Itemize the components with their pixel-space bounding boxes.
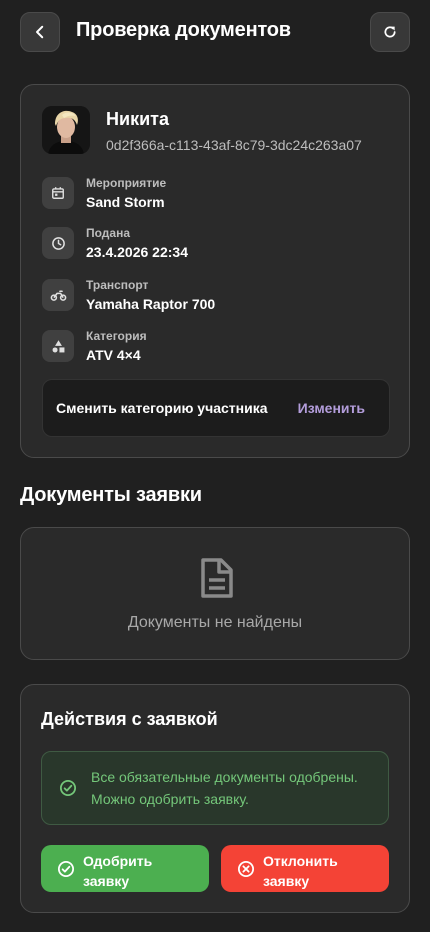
page: Проверка документов Никита 0d2f366a-c113… <box>0 0 430 932</box>
info-value: Yamaha Raptor 700 <box>86 296 216 312</box>
chevron-left-icon <box>36 25 44 39</box>
info-value: Sand Storm <box>86 194 165 210</box>
info-label: Мероприятие <box>86 176 167 190</box>
avatar <box>42 106 90 154</box>
change-category-button[interactable]: Изменить <box>298 400 365 416</box>
change-category-row: Сменить категорию участника Изменить <box>42 379 390 437</box>
actions-title: Действия с заявкой <box>41 709 218 729</box>
info-value: ATV 4×4 <box>86 347 141 363</box>
document-icon <box>201 558 233 598</box>
documents-card: Документы не найдены <box>20 527 410 660</box>
participant-id: 0d2f366a-c113-43af-8c79-3dc24c263a07 <box>106 137 362 153</box>
participant-name: Никита <box>106 109 169 129</box>
reject-button[interactable]: Отклонить заявку <box>221 845 389 892</box>
approve-button-label: Одобрить заявку <box>83 853 153 889</box>
info-label: Подана <box>86 226 131 240</box>
check-circle-icon <box>57 860 75 878</box>
approve-button[interactable]: Одобрить заявку <box>41 845 209 892</box>
documents-title: Документы заявки <box>20 484 202 506</box>
info-row-transport: Транспорт Yamaha Raptor 700 <box>42 278 382 314</box>
info-row-submitted: Подана 23.4.2026 22:34 <box>42 226 382 262</box>
change-category-label: Сменить категорию участника <box>56 400 268 416</box>
refresh-icon <box>384 26 396 38</box>
check-circle-icon <box>59 779 77 797</box>
header: Проверка документов <box>0 0 430 64</box>
documents-empty-text: Документы не найдены <box>127 614 303 631</box>
back-button[interactable] <box>20 12 60 52</box>
category-icon <box>42 330 74 362</box>
motorcycle-icon <box>42 279 74 311</box>
info-value: 23.4.2026 22:34 <box>86 244 188 260</box>
calendar-icon <box>42 177 74 209</box>
refresh-button[interactable] <box>370 12 410 52</box>
cancel-circle-icon <box>237 860 255 878</box>
info-label: Транспорт <box>86 278 149 292</box>
info-row-category: Категория ATV 4×4 <box>42 329 382 365</box>
info-row-event: Мероприятие Sand Storm <box>42 176 382 212</box>
clock-icon <box>42 227 74 259</box>
notice-text: Можно одобрить заявку. <box>91 791 249 807</box>
participant-card: Никита 0d2f366a-c113-43af-8c79-3dc24c263… <box>20 84 410 458</box>
page-title: Проверка документов <box>76 19 291 41</box>
approval-notice: Все обязательные документы одобрены. Мож… <box>41 751 389 825</box>
actions-card: Действия с заявкой Все обязательные доку… <box>20 684 410 913</box>
notice-text: Все обязательные документы одобрены. <box>91 769 358 785</box>
reject-button-label: Отклонить заявку <box>263 853 338 889</box>
info-label: Категория <box>86 329 147 343</box>
